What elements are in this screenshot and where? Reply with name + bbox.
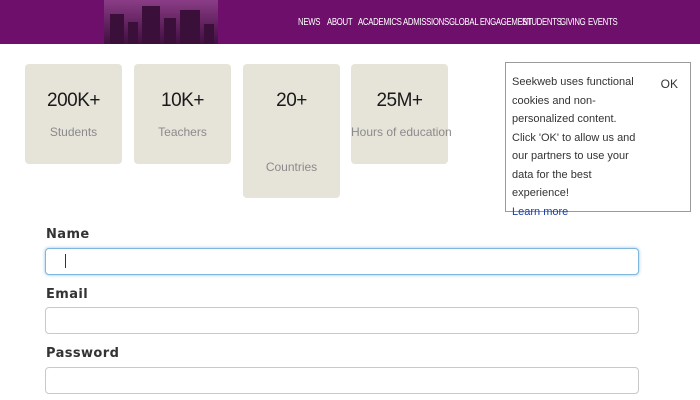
stat-label: Hours of education bbox=[351, 125, 452, 139]
nav-item-admissions[interactable]: ADMISSIONS bbox=[403, 17, 449, 28]
password-input[interactable] bbox=[45, 367, 639, 394]
stat-card-students: 200K+ Students bbox=[25, 64, 122, 164]
main-nav: NEWS ABOUT ACADEMICS ADMISSIONS GLOBAL E… bbox=[298, 0, 618, 44]
cookie-message: Seekweb uses functional cookies and non-… bbox=[512, 76, 636, 199]
email-label: Email bbox=[46, 287, 89, 302]
name-input[interactable] bbox=[45, 248, 639, 275]
stat-value: 10K+ bbox=[161, 90, 204, 111]
cookie-consent-popup: Seekweb uses functional cookies and non-… bbox=[505, 62, 691, 218]
nav-item-about[interactable]: ABOUT bbox=[327, 17, 353, 28]
stat-value: 20+ bbox=[276, 90, 307, 111]
cookie-ok-button[interactable]: OK bbox=[661, 77, 678, 91]
stat-value: 25M+ bbox=[376, 90, 423, 111]
nav-item-global-engagement[interactable]: GLOBAL ENGAGEMENT bbox=[449, 17, 533, 28]
nav-item-news[interactable]: NEWS bbox=[298, 17, 320, 28]
nav-item-giving[interactable]: GIVING bbox=[560, 17, 586, 28]
text-caret bbox=[65, 254, 66, 268]
stat-value: 200K+ bbox=[47, 90, 100, 111]
name-label: Name bbox=[46, 227, 90, 242]
stat-card-countries: 20+ Countries bbox=[243, 64, 340, 198]
password-label: Password bbox=[46, 346, 120, 361]
learn-more-link[interactable]: Learn more bbox=[512, 203, 638, 222]
stat-label: Students bbox=[49, 125, 98, 139]
stat-label: Countries bbox=[265, 160, 318, 174]
nav-item-events[interactable]: EVENTS bbox=[588, 17, 618, 28]
stat-card-hours: 25M+ Hours of education bbox=[351, 64, 452, 164]
top-navigation-bar: NEWS ABOUT ACADEMICS ADMISSIONS GLOBAL E… bbox=[0, 0, 700, 44]
stat-card-teachers: 10K+ Teachers bbox=[134, 64, 231, 164]
stat-label: Teachers bbox=[158, 125, 207, 139]
campus-image bbox=[104, 0, 218, 44]
email-input[interactable] bbox=[45, 307, 639, 334]
nav-item-students[interactable]: STUDENTS bbox=[522, 17, 562, 28]
cookie-message-block: Seekweb uses functional cookies and non-… bbox=[512, 73, 638, 221]
nav-item-academics[interactable]: ACADEMICS bbox=[358, 17, 402, 28]
